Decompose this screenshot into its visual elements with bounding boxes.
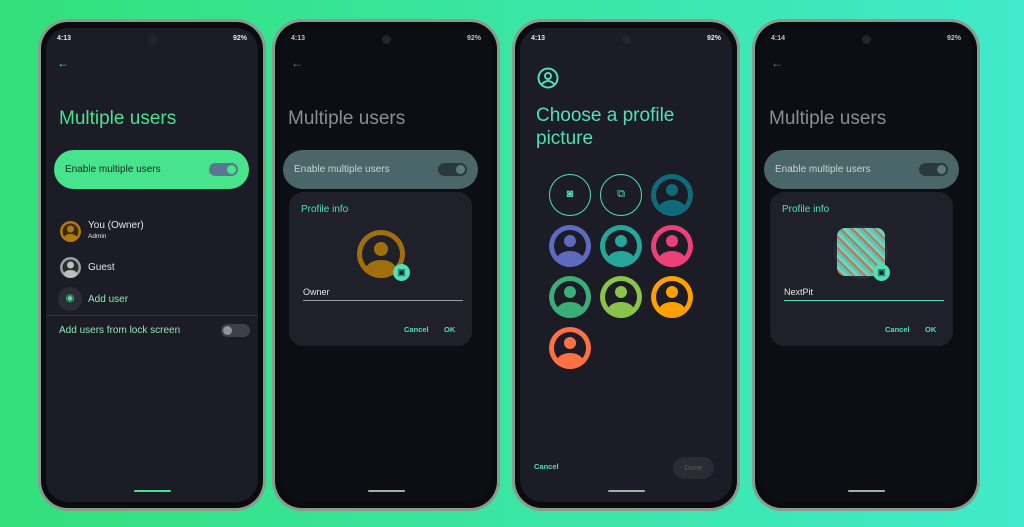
gesture-bar bbox=[848, 490, 885, 492]
battery-level: 92% bbox=[706, 35, 721, 42]
camera-cutout bbox=[382, 35, 391, 44]
lock-screen-toggle[interactable] bbox=[221, 324, 250, 337]
back-arrow-icon[interactable]: ← bbox=[771, 56, 783, 70]
phone-3: 4:13 92% Choose a profile picture ◙ ⧉ Can… bbox=[512, 19, 740, 511]
battery-level: 92% bbox=[466, 35, 481, 42]
avatar-option[interactable] bbox=[600, 276, 642, 318]
cancel-button[interactable]: Cancel bbox=[885, 325, 910, 334]
camera-cutout bbox=[148, 35, 157, 44]
profile-info-dialog-screen-nextpit: 4:14 92% ← Multiple users Enable multiple… bbox=[760, 28, 972, 502]
enable-multiple-users-toggle-row[interactable]: Enable multiple users bbox=[764, 150, 959, 189]
phone-4: 4:14 92% ← Multiple users Enable multiple… bbox=[752, 19, 980, 511]
gesture-bar bbox=[134, 490, 171, 492]
change-photo-icon[interactable]: ▣ bbox=[873, 264, 890, 281]
page-title: Multiple users bbox=[59, 108, 177, 129]
status-time: 4:14 bbox=[771, 35, 786, 42]
user-name: You (Owner) bbox=[88, 220, 144, 231]
battery-level: 92% bbox=[946, 35, 961, 42]
choose-image-button[interactable]: ⧉ bbox=[600, 174, 642, 216]
enable-toggle[interactable] bbox=[438, 163, 467, 176]
take-photo-button[interactable]: ◙ bbox=[549, 174, 591, 216]
gallery-icon: ⧉ bbox=[617, 188, 625, 200]
user-guest[interactable]: Guest bbox=[88, 262, 115, 273]
cancel-button[interactable]: Cancel bbox=[534, 462, 559, 471]
gesture-bar bbox=[608, 490, 645, 492]
add-user-button[interactable]: Add user bbox=[88, 294, 128, 305]
phone-2: 4:13 92% ← Multiple users Enable multiple… bbox=[272, 19, 500, 511]
profile-info-dialog: Profile info ▣ NextPit Cancel OK bbox=[770, 192, 953, 346]
back-arrow-icon[interactable]: ← bbox=[291, 56, 303, 70]
avatar-option[interactable] bbox=[549, 225, 591, 267]
enable-toggle[interactable] bbox=[209, 163, 238, 176]
battery-level: 92% bbox=[232, 35, 247, 42]
change-photo-icon[interactable]: ▣ bbox=[393, 264, 410, 281]
multiple-users-screen: 4:13 92% ← Multiple users Enable multiple… bbox=[46, 28, 258, 502]
enable-toggle[interactable] bbox=[919, 163, 948, 176]
status-time: 4:13 bbox=[531, 35, 546, 42]
page-title: Multiple users bbox=[769, 108, 887, 129]
avatar-option[interactable] bbox=[600, 225, 642, 267]
phone-1: 4:13 92% ← Multiple users Enable multiple… bbox=[38, 19, 266, 511]
enable-multiple-users-toggle-row[interactable]: Enable multiple users bbox=[283, 150, 478, 189]
cancel-button[interactable]: Cancel bbox=[404, 325, 429, 334]
avatar-option[interactable] bbox=[549, 327, 591, 369]
camera-cutout bbox=[622, 35, 631, 44]
status-time: 4:13 bbox=[291, 35, 306, 42]
page-title: Choose a profile picture bbox=[536, 105, 675, 149]
name-input[interactable]: Owner bbox=[303, 287, 463, 301]
avatar-option[interactable] bbox=[651, 225, 693, 267]
guest-avatar bbox=[60, 257, 81, 278]
back-arrow-icon[interactable]: ← bbox=[57, 56, 69, 70]
dialog-title: Profile info bbox=[301, 204, 349, 215]
user-owner[interactable]: You (Owner) Admin bbox=[88, 220, 144, 240]
name-input[interactable]: NextPit bbox=[784, 287, 944, 301]
avatar-option[interactable] bbox=[549, 276, 591, 318]
dialog-title: Profile info bbox=[782, 204, 830, 215]
enable-label: Enable multiple users bbox=[65, 164, 161, 175]
profile-info-dialog-screen: 4:13 92% ← Multiple users Enable multiple… bbox=[280, 28, 492, 502]
owner-avatar bbox=[60, 221, 81, 242]
ok-button[interactable]: OK bbox=[925, 325, 936, 334]
add-user-icon: ◉ bbox=[58, 287, 82, 311]
ok-button[interactable]: OK bbox=[444, 325, 455, 334]
camera-icon: ◙ bbox=[566, 188, 574, 200]
gesture-bar bbox=[368, 490, 405, 492]
account-circle-icon bbox=[537, 67, 559, 94]
page-title: Multiple users bbox=[288, 108, 406, 129]
avatar-option[interactable] bbox=[651, 174, 693, 216]
avatar-option[interactable] bbox=[651, 276, 693, 318]
done-button[interactable]: Done bbox=[673, 457, 714, 479]
enable-label: Enable multiple users bbox=[294, 164, 390, 175]
status-time: 4:13 bbox=[57, 35, 72, 42]
choose-picture-screen: 4:13 92% Choose a profile picture ◙ ⧉ Can… bbox=[520, 28, 732, 502]
camera-cutout bbox=[862, 35, 871, 44]
enable-label: Enable multiple users bbox=[775, 164, 871, 175]
profile-info-dialog: Profile info ▣ Owner Cancel OK bbox=[289, 192, 472, 346]
lock-screen-label: Add users from lock screen bbox=[59, 325, 181, 336]
user-role: Admin bbox=[88, 233, 107, 240]
enable-multiple-users-toggle-row[interactable]: Enable multiple users bbox=[54, 150, 249, 189]
divider bbox=[46, 315, 258, 316]
